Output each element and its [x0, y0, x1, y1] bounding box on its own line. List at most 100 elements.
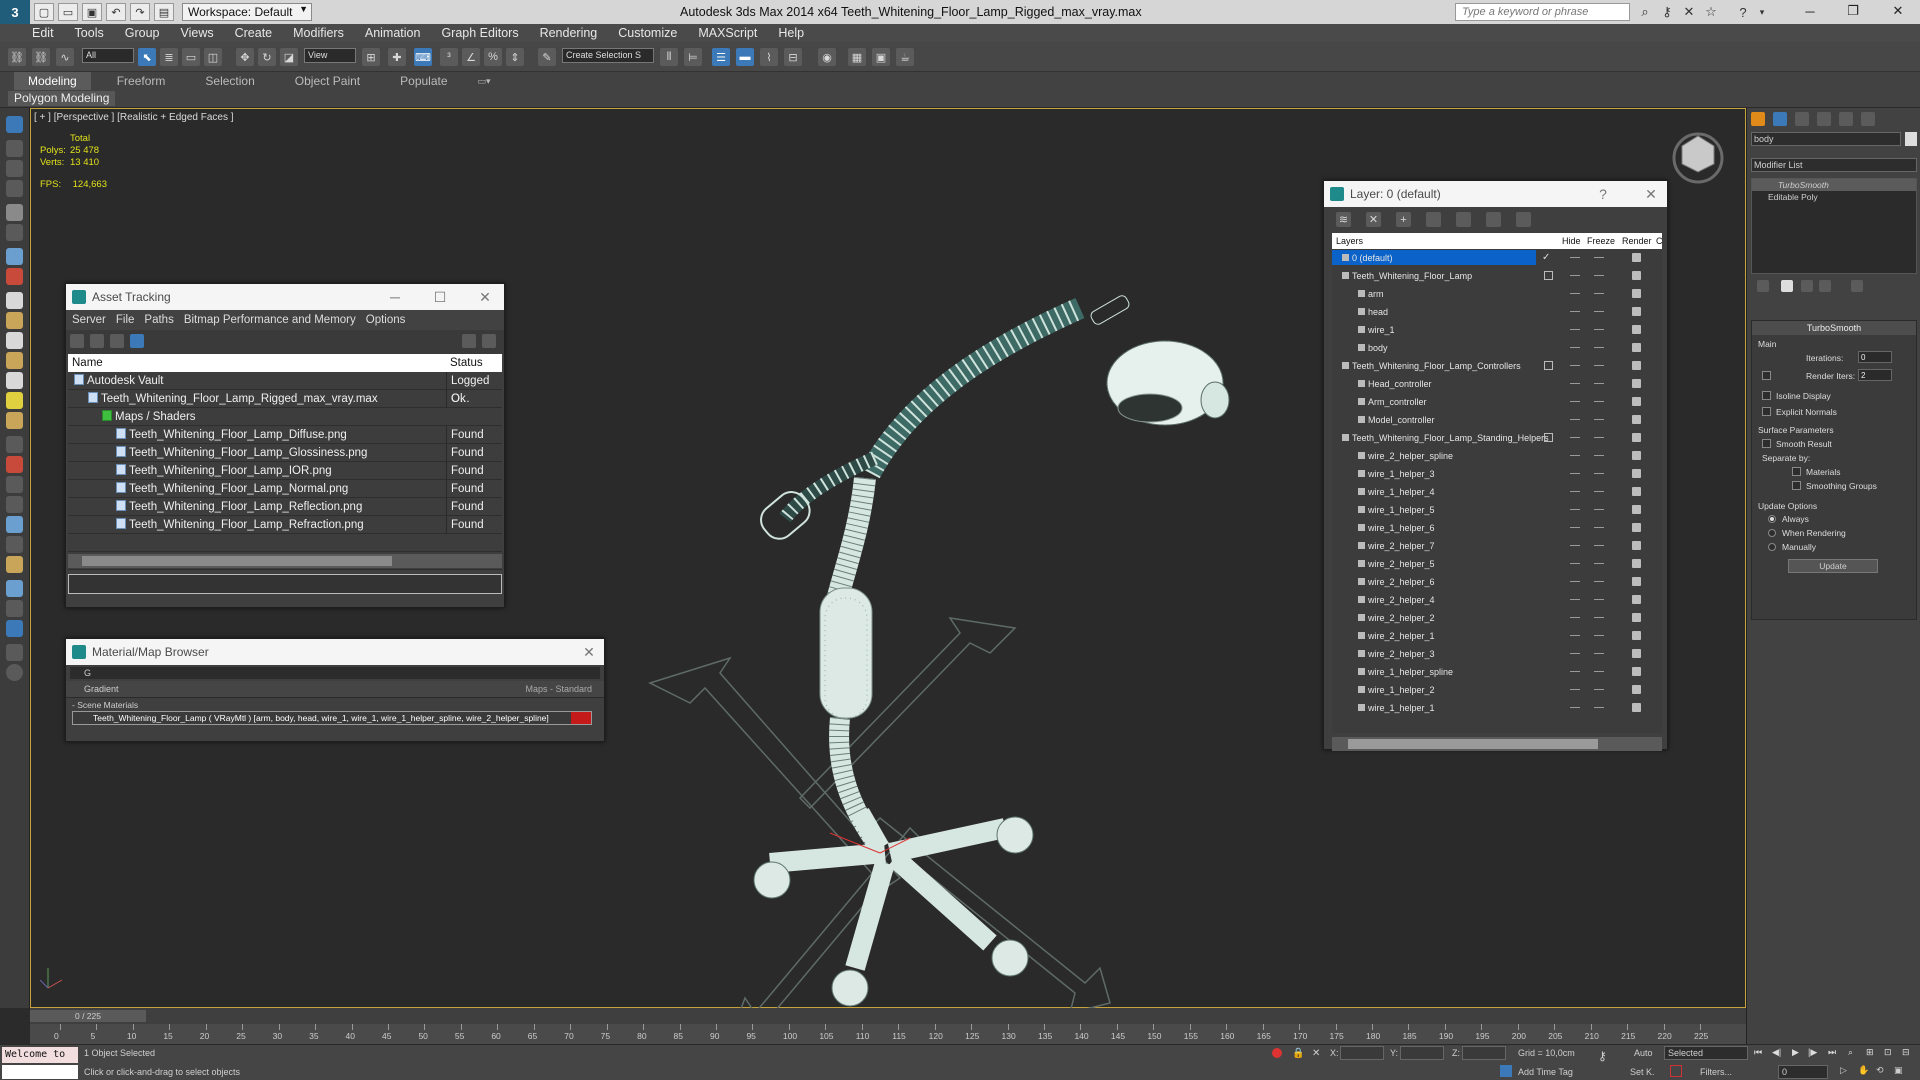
render-teapot-icon[interactable] [1632, 613, 1641, 622]
camera-icon[interactable] [6, 224, 23, 241]
render-teapot-icon[interactable] [1632, 595, 1641, 604]
align-icon[interactable]: ⊨ [684, 48, 702, 66]
maxscript-input[interactable] [2, 1065, 78, 1079]
freeze-toggle[interactable] [1594, 347, 1604, 348]
tab-populate[interactable]: Populate [386, 72, 461, 90]
explicit-normals-checkbox[interactable] [1762, 407, 1771, 416]
freeze-toggle[interactable] [1594, 419, 1604, 420]
render-teapot-icon[interactable] [1632, 685, 1641, 694]
ribbon-options-icon[interactable]: ▭▾ [474, 72, 495, 90]
y-coordinate-field[interactable] [1400, 1046, 1444, 1060]
next-frame-icon[interactable]: |▶ [1808, 1047, 1817, 1058]
create-tab-icon[interactable] [1751, 112, 1765, 126]
asset-row[interactable]: Teeth_Whitening_Floor_Lamp_Refraction.pn… [68, 516, 502, 534]
layer-row[interactable]: Teeth_Whitening_Floor_Lamp_Controllers [1332, 357, 1662, 375]
hide-toggle[interactable] [1570, 383, 1580, 384]
select-by-name-icon[interactable]: ≣ [160, 48, 178, 66]
hide-toggle[interactable] [1570, 275, 1580, 276]
edit-named-selection-icon[interactable]: ✎ [538, 48, 556, 66]
binoculars-icon[interactable]: ⌕ [1635, 2, 1655, 22]
scene-explorer-icon[interactable] [6, 116, 23, 133]
spacewarp-icon[interactable] [6, 268, 23, 285]
select-highlighted-icon[interactable] [1426, 212, 1441, 227]
track-bar[interactable]: 0 5 10 15 20 25 30 35 40 45 50 55 60 65 70 75 80 85 90 95 10… [30, 1024, 1746, 1044]
hide-toggle[interactable] [1570, 473, 1580, 474]
layer-row[interactable]: Arm_controller [1332, 393, 1662, 411]
set-key-icon[interactable] [1670, 1065, 1682, 1077]
lock-icon[interactable]: 🔒 [1292, 1048, 1304, 1059]
asset-path-field[interactable] [68, 574, 502, 594]
select-object-icon[interactable]: ⬉ [138, 48, 156, 66]
render-teapot-icon[interactable] [1632, 433, 1641, 442]
hide-toggle[interactable] [1570, 653, 1580, 654]
utilities-tab-icon[interactable] [1861, 112, 1875, 126]
freeze-toggle[interactable] [1594, 689, 1604, 690]
orbit-icon[interactable]: ⟲ [1876, 1065, 1884, 1076]
keyboard-shortcut-icon[interactable]: ⌨ [414, 48, 432, 66]
help-icon[interactable]: ? [1733, 2, 1753, 22]
render-teapot-icon[interactable] [1632, 271, 1641, 280]
always-radio[interactable] [1768, 515, 1776, 523]
close-icon[interactable]: ✕ [1642, 185, 1660, 203]
set-key-button[interactable]: Set K. [1630, 1067, 1655, 1077]
make-unique-icon[interactable] [1801, 280, 1813, 292]
open-file-icon[interactable]: ▭ [58, 3, 78, 21]
freeze-toggle[interactable] [1594, 257, 1604, 258]
maximize-viewport-icon[interactable]: ⊟ [1902, 1047, 1910, 1058]
scale-icon[interactable]: ◪ [280, 48, 298, 66]
help-icon[interactable]: ? [1594, 185, 1612, 203]
hide-toggle[interactable] [1570, 599, 1580, 600]
freeze-toggle[interactable] [1594, 707, 1604, 708]
layer-row[interactable]: wire_2_helper_2 [1332, 609, 1662, 627]
isolate-icon[interactable] [1272, 1048, 1282, 1058]
maximize-icon[interactable]: ☐ [431, 288, 449, 306]
col-hide-header[interactable]: Hide [1562, 233, 1581, 249]
unlink-icon[interactable]: ⛓ [32, 48, 50, 66]
layer-row[interactable]: 0 (default) ✓ [1332, 249, 1662, 267]
torus-icon[interactable] [6, 352, 23, 369]
crowd-icon[interactable] [6, 556, 23, 573]
modify-tab-icon[interactable] [1773, 112, 1787, 126]
motion-tab-icon[interactable] [1817, 112, 1831, 126]
hide-toggle[interactable] [1570, 491, 1580, 492]
minimize-icon[interactable]: ─ [1790, 0, 1830, 22]
snaps-toggle-icon[interactable]: ³ [440, 48, 458, 66]
play-icon[interactable]: ▶ [1792, 1047, 1799, 1058]
update-button[interactable]: Update [1788, 559, 1878, 573]
scroll-thumb[interactable] [82, 556, 392, 566]
menu-file[interactable]: File [116, 314, 135, 326]
render-teapot-icon[interactable] [1632, 487, 1641, 496]
biped-icon[interactable] [6, 476, 23, 493]
geometry-box-icon[interactable] [6, 292, 23, 309]
render-teapot-icon[interactable] [1632, 631, 1641, 640]
layer-row[interactable]: body [1332, 339, 1662, 357]
render-setup-icon[interactable]: ▦ [848, 48, 866, 66]
reference-coordinate-dropdown[interactable]: View [304, 48, 356, 63]
select-manipulate-icon[interactable]: ✚ [388, 48, 406, 66]
helper-icon[interactable] [6, 248, 23, 265]
freeze-toggle[interactable] [1594, 617, 1604, 618]
menu-bitmap-performance[interactable]: Bitmap Performance and Memory [184, 314, 356, 326]
scroll-thumb[interactable] [1348, 739, 1598, 749]
rendered-frame-window-icon[interactable]: ▣ [872, 48, 890, 66]
freeze-toggle[interactable] [1594, 293, 1604, 294]
render-teapot-icon[interactable] [1632, 559, 1641, 568]
maximize-icon[interactable]: ❐ [1833, 0, 1873, 22]
spinner-snap-icon[interactable]: ⇕ [506, 48, 524, 66]
freeze-toggle[interactable] [1594, 473, 1604, 474]
add-time-tag[interactable]: Add Time Tag [1518, 1067, 1573, 1077]
close-icon[interactable]: ✕ [476, 288, 494, 306]
freeze-toggle[interactable] [1594, 671, 1604, 672]
list-view-icon[interactable] [90, 334, 104, 348]
hide-toggle[interactable] [1570, 347, 1580, 348]
goto-start-icon[interactable]: ⏮ [1754, 1047, 1762, 1058]
menu-customize[interactable]: Customize [618, 26, 677, 40]
freeze-toggle[interactable] [1594, 383, 1604, 384]
menu-server[interactable]: Server [72, 314, 106, 326]
col-layers-header[interactable]: Layers [1336, 233, 1363, 249]
curve-editor-icon[interactable]: ⌇ [760, 48, 778, 66]
current-layer-check-icon[interactable]: ✓ [1542, 249, 1550, 267]
selection-filter-dropdown[interactable]: All [82, 48, 134, 63]
light-icon[interactable] [6, 204, 23, 221]
asset-row[interactable]: Teeth_Whitening_Floor_Lamp_Rigged_max_vr… [68, 390, 502, 408]
